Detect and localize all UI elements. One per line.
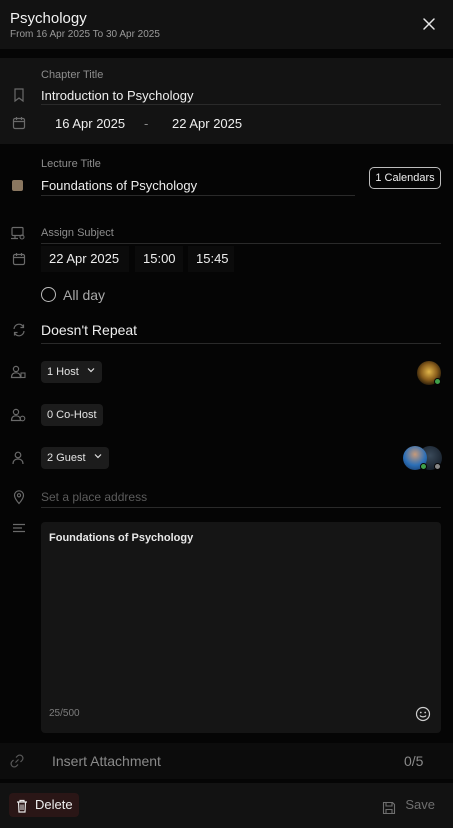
- assign-subject-label: Assign Subject: [41, 227, 114, 239]
- lecture-color-swatch[interactable]: [12, 180, 23, 191]
- guest-dropdown[interactable]: 2 Guest: [41, 447, 109, 469]
- course-title: Psychology: [10, 10, 87, 27]
- character-counter: 25/500: [49, 708, 80, 719]
- chevron-down-icon: [93, 447, 103, 469]
- cohost-dropdown[interactable]: 0 Co-Host: [41, 404, 103, 426]
- all-day-label: All day: [63, 287, 106, 303]
- emoji-icon[interactable]: [415, 706, 431, 722]
- attachment-bar[interactable]: Insert Attachment 0/5: [0, 743, 453, 779]
- description-textarea[interactable]: Foundations of Psychology 25/500: [41, 522, 441, 733]
- description-text: Foundations of Psychology: [49, 532, 194, 544]
- description-icon: [11, 521, 27, 537]
- trash-icon: [16, 797, 28, 813]
- attachment-count: 0/5: [404, 753, 424, 769]
- location-pin-icon: [11, 489, 27, 505]
- bookmark-icon: [11, 87, 27, 103]
- link-icon: [9, 753, 25, 769]
- course-date-range: From 16 Apr 2025 To 30 Apr 2025: [10, 29, 160, 40]
- save-icon: [382, 799, 396, 814]
- start-time-field[interactable]: 15:00: [135, 246, 183, 272]
- date-separator: -: [144, 116, 149, 131]
- chapter-end-date[interactable]: 22 Apr 2025: [172, 116, 242, 131]
- cohost-icon: [10, 407, 26, 423]
- guest-dropdown-label: 2 Guest: [47, 452, 86, 464]
- host-dropdown-label: 1 Host: [47, 366, 79, 378]
- online-status-badge: [434, 378, 441, 385]
- divider: [41, 104, 441, 105]
- chapter-title-input[interactable]: Introduction to Psychology: [41, 88, 193, 103]
- repeat-select[interactable]: Doesn't Repeat: [41, 322, 137, 338]
- dialog-footer: Delete Save: [0, 783, 453, 828]
- save-button-label: Save: [405, 797, 435, 812]
- chapter-title-label: Chapter Title: [41, 69, 104, 81]
- calendar-icon: [11, 251, 27, 267]
- cohost-dropdown-label: 0 Co-Host: [47, 409, 97, 421]
- lecture-title-label: Lecture Title: [41, 158, 101, 170]
- guest-icon: [10, 450, 26, 466]
- save-button[interactable]: Save: [382, 793, 435, 817]
- divider: [41, 507, 441, 508]
- insert-attachment-label: Insert Attachment: [52, 753, 161, 769]
- place-address-input[interactable]: Set a place address: [41, 490, 147, 504]
- host-dropdown[interactable]: 1 Host: [41, 361, 102, 383]
- delete-button[interactable]: Delete: [9, 793, 79, 817]
- chevron-down-icon: [86, 361, 96, 383]
- lecture-title-input[interactable]: Foundations of Psychology: [41, 178, 197, 193]
- divider: [41, 195, 355, 196]
- assign-subject-icon: [10, 225, 26, 241]
- repeat-icon: [11, 322, 27, 338]
- online-status-badge: [420, 463, 427, 470]
- offline-status-badge: [434, 463, 441, 470]
- delete-button-label: Delete: [35, 797, 73, 812]
- lecture-date-field[interactable]: 22 Apr 2025: [41, 246, 129, 272]
- close-icon[interactable]: [419, 14, 439, 34]
- end-time-field[interactable]: 15:45: [188, 246, 234, 272]
- dialog-header: Psychology From 16 Apr 2025 To 30 Apr 20…: [0, 0, 453, 49]
- divider: [41, 243, 441, 244]
- host-icon: [10, 364, 26, 380]
- all-day-radio[interactable]: [41, 287, 56, 302]
- calendars-button[interactable]: 1 Calendars: [369, 167, 441, 189]
- chapter-start-date[interactable]: 16 Apr 2025: [55, 116, 125, 131]
- calendar-icon: [11, 115, 27, 131]
- divider: [41, 343, 441, 344]
